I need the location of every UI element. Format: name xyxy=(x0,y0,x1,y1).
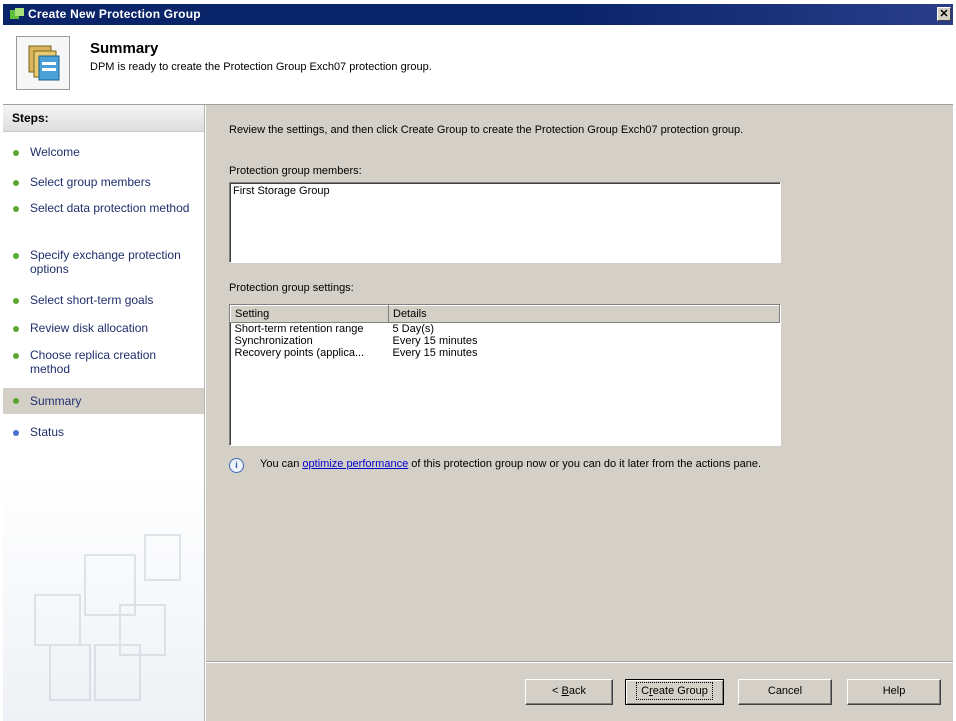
step-welcome[interactable]: Welcome xyxy=(3,145,204,159)
column-header-details[interactable]: Details xyxy=(388,305,780,323)
page-title: Summary xyxy=(90,40,159,57)
step-label: Review disk allocation xyxy=(30,321,149,335)
step-complete-icon xyxy=(13,253,19,259)
step-label: Status xyxy=(30,425,65,439)
step-specify-exchange-protection-options[interactable]: Specify exchange protection options xyxy=(3,248,204,276)
button-text: C xyxy=(641,685,650,697)
table-row[interactable]: Recovery points (applica... Every 15 min… xyxy=(231,347,780,359)
members-list[interactable]: First Storage Group xyxy=(229,182,781,263)
intro-text: Review the settings, and then click Crea… xyxy=(229,124,744,136)
button-text: eate Group xyxy=(652,685,708,697)
table-cell: Synchronization xyxy=(234,335,313,347)
info-icon: i xyxy=(229,458,244,473)
list-item[interactable]: First Storage Group xyxy=(233,185,777,197)
help-button[interactable]: Help xyxy=(847,679,941,705)
step-label: Select short-term goals xyxy=(30,293,154,307)
decorative-boxes-watermark xyxy=(34,534,181,701)
create-group-button[interactable]: Create Group xyxy=(625,679,724,705)
table-cell: Every 15 minutes xyxy=(392,347,478,359)
settings-table: Setting Details Short-term retention ran… xyxy=(230,305,780,359)
step-select-short-term-goals[interactable]: Select short-term goals xyxy=(3,293,204,307)
button-text: B xyxy=(561,685,569,697)
step-label: Summary xyxy=(30,394,82,408)
step-complete-icon xyxy=(13,206,19,212)
back-button[interactable]: < Back xyxy=(525,679,613,705)
cancel-button[interactable]: Cancel xyxy=(738,679,832,705)
info-text-part: You can xyxy=(260,458,303,470)
button-text: ack xyxy=(568,685,586,697)
wizard-header: Summary DPM is ready to create the Prote… xyxy=(3,25,953,105)
step-select-data-protection-method[interactable]: Select data protection method xyxy=(3,201,204,229)
step-complete-icon xyxy=(13,180,19,186)
steps-heading: Steps: xyxy=(3,105,204,132)
table-cell: 5 Day(s) xyxy=(392,323,435,335)
button-focus-frame: Create Group xyxy=(636,682,713,700)
page-subtitle: DPM is ready to create the Protection Gr… xyxy=(90,61,432,73)
info-text: You can optimize performance of this pro… xyxy=(260,457,780,471)
step-status[interactable]: Status xyxy=(3,425,204,439)
step-label: Specify exchange protection options xyxy=(30,248,181,276)
step-current-icon xyxy=(13,398,19,404)
step-complete-icon xyxy=(13,353,19,359)
table-cell: Recovery points (applica... xyxy=(234,347,365,359)
settings-label: Protection group settings: xyxy=(229,282,354,294)
step-label: Choose replica creation method xyxy=(30,348,157,376)
step-complete-icon xyxy=(13,326,19,332)
table-cell: Every 15 minutes xyxy=(392,335,478,347)
step-complete-icon xyxy=(13,150,19,156)
step-review-disk-allocation[interactable]: Review disk allocation xyxy=(3,321,204,335)
close-icon: ✕ xyxy=(939,8,949,20)
step-label: Select group members xyxy=(30,175,151,189)
window-title: Create New Protection Group xyxy=(28,7,201,21)
table-row[interactable]: Short-term retention range 5 Day(s) xyxy=(231,323,780,336)
button-text: < xyxy=(552,685,562,697)
steps-pane: Steps: Welcome Select group members Sele… xyxy=(3,105,205,721)
step-select-group-members[interactable]: Select group members xyxy=(3,175,204,189)
step-choose-replica-creation-method[interactable]: Choose replica creation method xyxy=(3,348,204,376)
step-label: Welcome xyxy=(30,145,80,159)
step-complete-icon xyxy=(13,298,19,304)
column-header-setting[interactable]: Setting xyxy=(230,305,389,323)
step-summary[interactable]: Summary xyxy=(3,388,204,414)
step-label: Select data protection method xyxy=(30,201,190,215)
main-pane: Review the settings, and then click Crea… xyxy=(206,105,953,721)
title-bar: Create New Protection Group ✕ xyxy=(3,4,953,25)
members-label: Protection group members: xyxy=(229,165,362,177)
info-text-part: of this protection group now or you can … xyxy=(408,458,762,470)
app-icon xyxy=(10,8,24,19)
settings-list[interactable]: Setting Details Short-term retention ran… xyxy=(229,304,781,446)
table-cell: Short-term retention range xyxy=(234,323,364,335)
table-row[interactable]: Synchronization Every 15 minutes xyxy=(231,335,780,347)
protection-group-icon xyxy=(16,36,70,90)
step-pending-icon xyxy=(13,430,19,436)
optimize-performance-link[interactable]: optimize performance xyxy=(302,458,408,470)
close-button[interactable]: ✕ xyxy=(937,7,951,21)
footer-divider xyxy=(206,661,953,663)
